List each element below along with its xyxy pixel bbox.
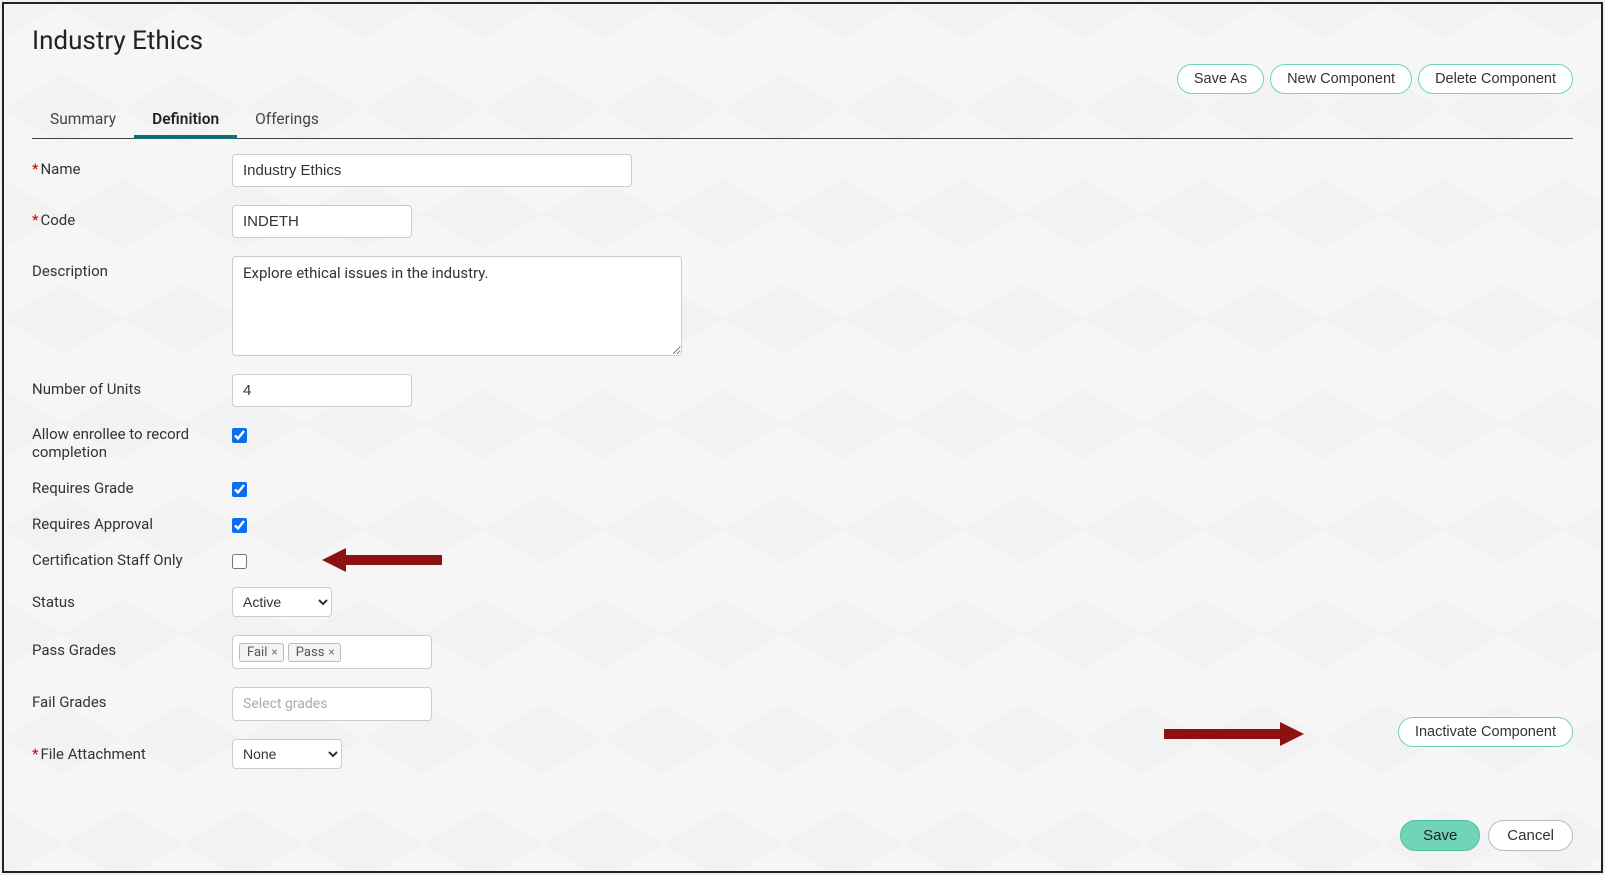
row-file-attachment: *File Attachment None (32, 739, 1573, 769)
pass-grade-tag: Pass × (288, 643, 341, 662)
cancel-button[interactable]: Cancel (1488, 820, 1573, 851)
save-button[interactable]: Save (1400, 820, 1480, 851)
row-allow-enrollee: Allow enrollee to record completion (32, 425, 1573, 461)
row-cert-staff-only: Certification Staff Only (32, 551, 1573, 573)
label-fail-grades: Fail Grades (32, 687, 232, 711)
label-file-attachment: *File Attachment (32, 739, 232, 763)
name-input[interactable] (232, 154, 632, 187)
page-frame: Industry Ethics Save As New Component De… (2, 2, 1603, 873)
fail-grades-placeholder: Select grades (239, 696, 327, 712)
tabs-bar: Summary Definition Offerings (32, 102, 1573, 139)
requires-approval-checkbox[interactable] (232, 518, 247, 533)
row-pass-grades: Pass Grades Fail × Pass × (32, 635, 1573, 669)
new-component-button[interactable]: New Component (1270, 64, 1412, 94)
required-icon: * (32, 745, 38, 763)
row-description: Description Explore ethical issues in th… (32, 256, 1573, 356)
tag-label: Fail (247, 645, 267, 660)
save-as-button[interactable]: Save As (1177, 64, 1264, 94)
file-attachment-select[interactable]: None (232, 739, 342, 769)
tag-label: Pass (296, 645, 325, 660)
allow-enrollee-checkbox[interactable] (232, 428, 247, 443)
form-area: *Name *Code Description Explore ethical … (32, 154, 1573, 787)
page-title: Industry Ethics (32, 26, 203, 56)
cert-staff-checkbox[interactable] (232, 554, 247, 569)
row-fail-grades: Fail Grades Select grades (32, 687, 1573, 721)
label-requires-grade: Requires Grade (32, 479, 232, 497)
pass-grade-tag: Fail × (239, 643, 284, 662)
units-input[interactable] (232, 374, 412, 407)
tab-definition[interactable]: Definition (134, 102, 237, 138)
tab-summary[interactable]: Summary (32, 102, 134, 138)
footer-actions: Save Cancel (1400, 820, 1573, 851)
pass-grades-input[interactable]: Fail × Pass × (232, 635, 432, 669)
label-cert-staff: Certification Staff Only (32, 551, 232, 569)
close-icon[interactable]: × (271, 645, 277, 659)
label-pass-grades: Pass Grades (32, 635, 232, 659)
inactivate-component-button[interactable]: Inactivate Component (1398, 717, 1573, 747)
label-file-attachment-text: File Attachment (40, 745, 145, 763)
label-name: *Name (32, 154, 232, 178)
code-input[interactable] (232, 205, 412, 238)
label-name-text: Name (40, 160, 80, 178)
label-status: Status (32, 587, 232, 611)
label-allow-enrollee: Allow enrollee to record completion (32, 425, 232, 461)
label-code: *Code (32, 205, 232, 229)
required-icon: * (32, 211, 38, 229)
top-actions: Save As New Component Delete Component (1177, 64, 1573, 94)
row-requires-grade: Requires Grade (32, 479, 1573, 501)
delete-component-button[interactable]: Delete Component (1418, 64, 1573, 94)
row-code: *Code (32, 205, 1573, 238)
fail-grades-input[interactable]: Select grades (232, 687, 432, 721)
requires-grade-checkbox[interactable] (232, 482, 247, 497)
row-name: *Name (32, 154, 1573, 187)
tab-offerings[interactable]: Offerings (237, 102, 337, 138)
inactivate-row: Inactivate Component (1398, 717, 1573, 747)
row-requires-approval: Requires Approval (32, 515, 1573, 537)
label-requires-approval: Requires Approval (32, 515, 232, 533)
label-units: Number of Units (32, 374, 232, 398)
row-status: Status Active (32, 587, 1573, 617)
required-icon: * (32, 160, 38, 178)
status-select[interactable]: Active (232, 587, 332, 617)
description-input[interactable]: Explore ethical issues in the industry. (232, 256, 682, 356)
label-description: Description (32, 256, 232, 280)
close-icon[interactable]: × (328, 645, 334, 659)
row-units: Number of Units (32, 374, 1573, 407)
label-code-text: Code (40, 211, 75, 229)
